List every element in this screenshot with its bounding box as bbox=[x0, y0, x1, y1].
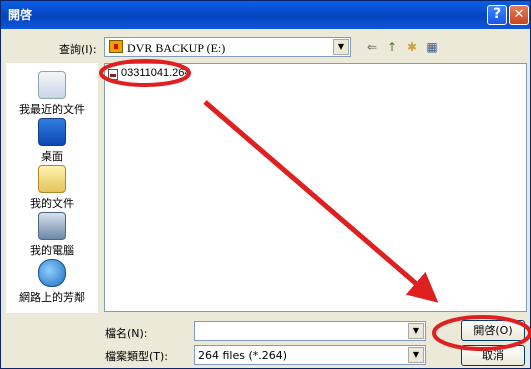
my-computer-icon bbox=[38, 212, 66, 240]
place-my-documents[interactable]: 我的文件 bbox=[6, 165, 98, 211]
place-label: 網路上的芳鄰 bbox=[19, 291, 85, 304]
filename-input[interactable]: ▼ bbox=[194, 321, 426, 341]
lookin-label: 查詢(I): bbox=[59, 43, 97, 56]
place-label: 桌面 bbox=[41, 150, 63, 163]
chevron-down-icon[interactable]: ▼ bbox=[408, 323, 424, 339]
my-documents-icon bbox=[38, 165, 66, 193]
cancel-button[interactable]: 取消 bbox=[461, 345, 525, 366]
place-label: 我的文件 bbox=[30, 197, 74, 210]
open-file-dialog: 開啓 ? ✕ 查詢(I): DVR BACKUP (E:) ▼ ⇐ ↑ ✱ ▦ … bbox=[0, 0, 531, 369]
filetype-label: 檔案類型(T): bbox=[105, 350, 169, 363]
filetype-value: 264 files (*.264) bbox=[198, 349, 288, 362]
lookin-value: DVR BACKUP (E:) bbox=[127, 41, 226, 55]
drive-icon bbox=[109, 40, 123, 53]
place-label: 我最近的文件 bbox=[19, 103, 85, 116]
up-folder-icon[interactable]: ↑ bbox=[384, 39, 400, 55]
place-my-computer[interactable]: 我的電腦 bbox=[6, 212, 98, 258]
place-recent-documents[interactable]: 我最近的文件 bbox=[6, 71, 98, 117]
lookin-dropdown[interactable]: DVR BACKUP (E:) ▼ bbox=[104, 37, 351, 57]
new-folder-icon[interactable]: ✱ bbox=[404, 39, 420, 55]
file-icon bbox=[108, 69, 118, 80]
views-menu-icon[interactable]: ▦ bbox=[424, 39, 440, 55]
back-icon[interactable]: ⇐ bbox=[364, 39, 380, 55]
title-bar: 開啓 ? ✕ bbox=[1, 1, 530, 29]
chevron-down-icon[interactable]: ▼ bbox=[333, 39, 349, 55]
file-name: 03311041.264 bbox=[121, 67, 191, 79]
recent-documents-icon bbox=[38, 71, 66, 99]
place-label: 我的電腦 bbox=[30, 244, 74, 257]
place-network[interactable]: 網路上的芳鄰 bbox=[6, 259, 98, 305]
chevron-down-icon[interactable]: ▼ bbox=[408, 347, 424, 363]
open-button[interactable]: 開啓(O) bbox=[461, 320, 525, 341]
places-bar: 我最近的文件 桌面 我的文件 我的電腦 網路上的芳鄰 bbox=[6, 63, 98, 313]
help-button[interactable]: ? bbox=[487, 5, 507, 25]
place-desktop[interactable]: 桌面 bbox=[6, 118, 98, 164]
close-button[interactable]: ✕ bbox=[509, 5, 529, 25]
window-title: 開啓 bbox=[8, 8, 33, 22]
filename-label: 檔名(N): bbox=[105, 327, 148, 340]
network-icon bbox=[38, 259, 66, 287]
desktop-icon bbox=[38, 118, 66, 146]
filetype-dropdown[interactable]: 264 files (*.264) ▼ bbox=[194, 345, 426, 365]
file-list[interactable]: 03311041.264 bbox=[104, 63, 527, 312]
